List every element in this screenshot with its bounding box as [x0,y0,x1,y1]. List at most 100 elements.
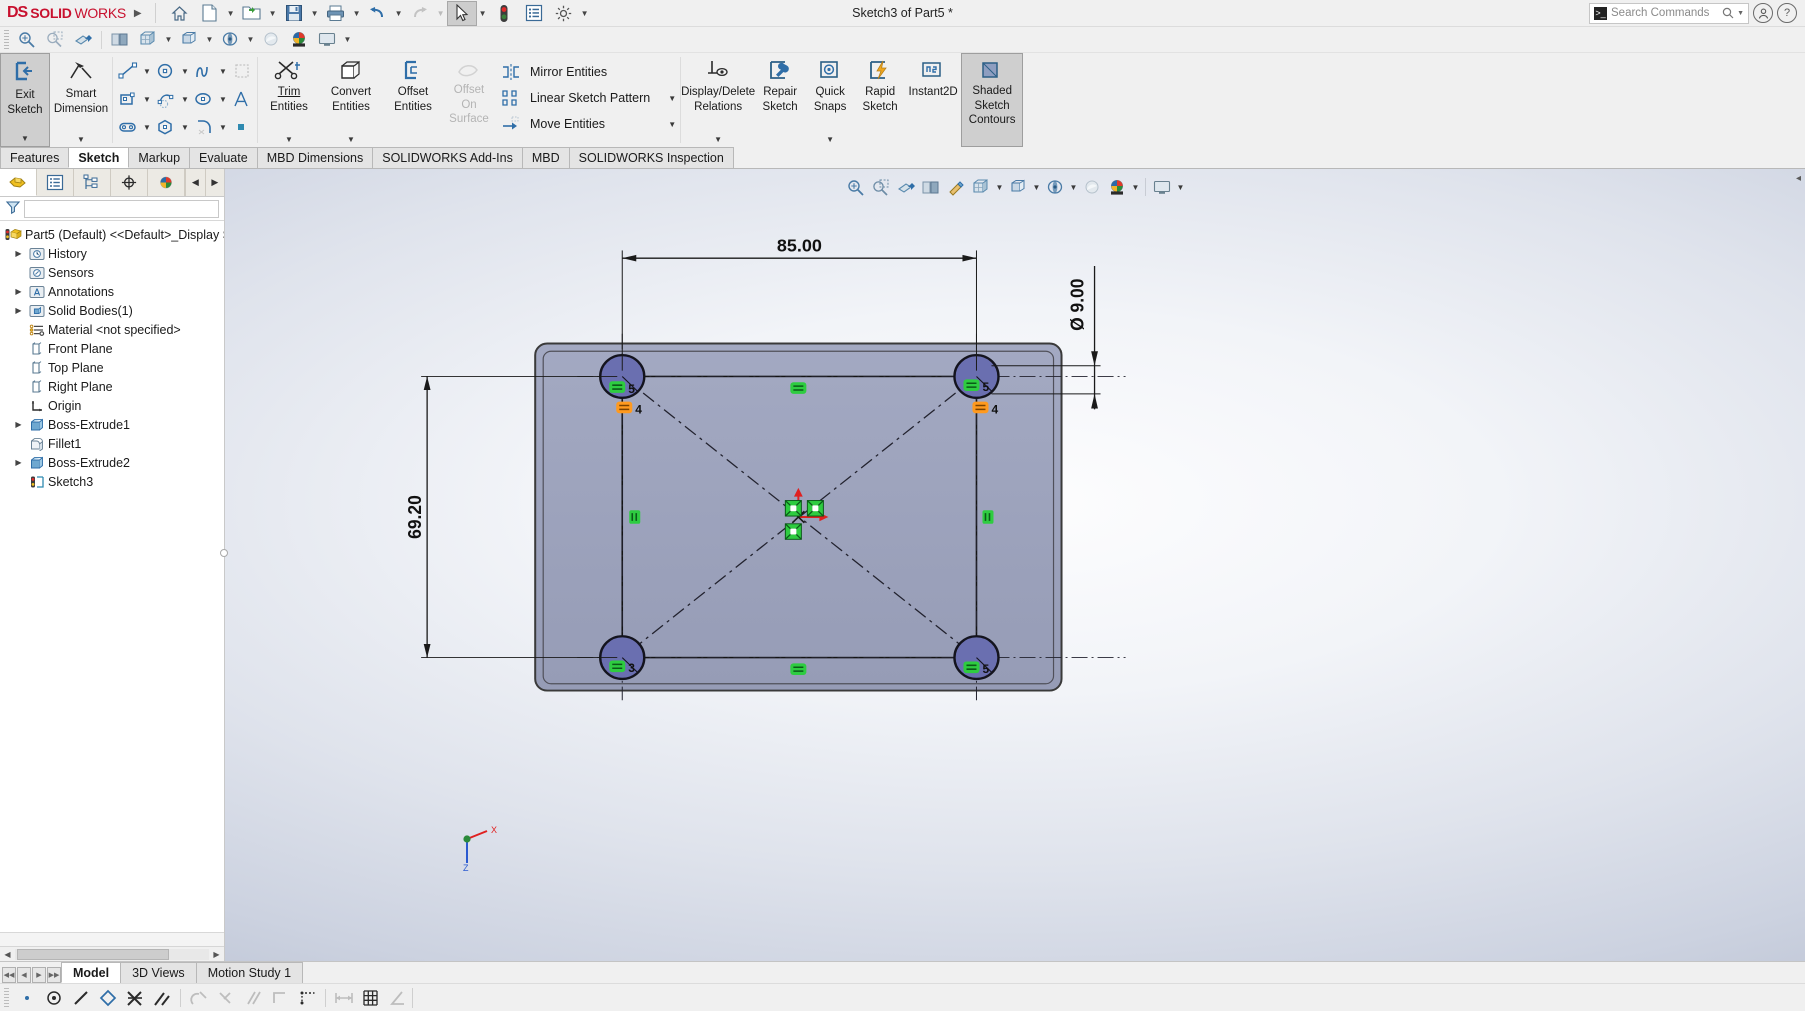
tab-evaluate[interactable]: Evaluate [189,147,258,168]
convert-dropdown[interactable]: ▼ [347,135,355,147]
midpoint-relation-badge[interactable] [784,523,802,540]
quick-snaps-button[interactable]: Quick Snaps ▼ [805,53,855,147]
tree-arrow[interactable]: ▶ [12,249,25,258]
hide-show-items-icon[interactable] [176,28,202,52]
line-tool-dropdown[interactable]: ▼ [141,58,153,84]
status-bar-grip[interactable] [4,987,9,1008]
monitor-icon[interactable] [1150,175,1174,199]
height-dimension-text[interactable]: 69.20 [405,495,425,539]
edit-appearance-icon[interactable] [944,175,968,199]
exit-sketch-dropdown[interactable]: ▼ [21,134,29,146]
tree-horizontal-scrollbar[interactable]: ◀ ▶ [0,946,224,961]
section-view-icon[interactable] [70,28,96,52]
midpoint-relation-badge[interactable] [784,500,802,517]
perpendicular-snap-icon[interactable] [213,986,239,1010]
parallel-relation-badge[interactable] [982,510,994,524]
circle-tool-dropdown[interactable]: ▼ [179,58,191,84]
last-tab-button[interactable]: ▶▶ [47,967,61,983]
new-document-icon[interactable] [195,1,225,26]
section-view-icon[interactable] [894,175,918,199]
undo-dropdown[interactable]: ▼ [393,1,405,26]
redo-icon[interactable] [405,1,435,26]
tab-mbd[interactable]: MBD [521,147,570,168]
mirror-entities-button[interactable]: Mirror Entities [498,59,680,85]
tree-item-sensors[interactable]: Sensors [0,263,224,282]
collapse-panel-arrow-icon[interactable]: ◂ [1796,173,1801,184]
feature-tree-tab[interactable] [0,169,38,196]
zoom-to-area-icon[interactable] [42,28,68,52]
horizontal-vertical-snap-icon[interactable] [267,986,293,1010]
line-snap-icon[interactable] [68,986,94,1010]
rectangle-tool-dropdown[interactable]: ▼ [141,86,153,112]
configuration-manager-tab[interactable] [74,169,112,196]
appearance-palette-icon[interactable] [1105,175,1129,199]
feature-manager-next-button[interactable]: ▶ [204,169,224,196]
edit-appearance-icon[interactable] [217,28,243,52]
linear-pattern-dropdown[interactable]: ▼ [656,94,676,103]
feature-filter-input[interactable] [24,199,219,218]
display-style-dropdown[interactable]: ▼ [994,175,1005,199]
tree-arrow[interactable]: ▶ [12,306,25,315]
linear-sketch-pattern-button[interactable]: Linear Sketch Pattern ▼ [498,85,680,111]
search-input[interactable]: >_ Search Commands ▼ [1589,2,1749,24]
polygon-tool-dropdown[interactable]: ▼ [179,114,191,140]
smart-dimension-dropdown[interactable]: ▼ [77,135,85,147]
repair-sketch-button[interactable]: Repair Sketch [755,53,805,147]
display-style-dropdown[interactable]: ▼ [163,28,174,52]
tree-item-front-plane[interactable]: Front Plane [0,339,224,358]
next-tab-button[interactable]: ▶ [32,967,46,983]
hide-show-items-icon[interactable] [1006,175,1030,199]
tab-markup[interactable]: Markup [128,147,191,168]
save-icon[interactable] [279,1,309,26]
tree-item-annotations[interactable]: ▶ Annotations [0,282,224,301]
tab-motion-study-1[interactable]: Motion Study 1 [195,962,304,983]
zoom-to-fit-icon[interactable] [844,175,868,199]
intersection-snap-icon[interactable] [122,986,148,1010]
monitor-dropdown[interactable]: ▼ [1175,175,1186,199]
property-manager-tab[interactable] [37,169,75,196]
ellipse-tool-icon[interactable] [191,86,217,112]
grid-snap-icon[interactable] [294,986,320,1010]
view-orientation-icon[interactable] [107,28,133,52]
options-gear-icon[interactable] [549,1,579,26]
point-tool-icon[interactable] [229,114,255,140]
rectangle-tool-icon[interactable] [115,86,141,112]
tab-3d-views[interactable]: 3D Views [120,962,197,983]
tree-item-sketch3[interactable]: Sketch3 [0,472,224,491]
tree-item-history[interactable]: ▶ History [0,244,224,263]
apply-scene-icon[interactable] [1080,175,1104,199]
exit-sketch-button[interactable]: Exit Sketch ▼ [0,53,50,147]
parallel-snap-icon[interactable] [240,986,266,1010]
shaded-sketch-contours-button[interactable]: Shaded Sketch Contours [961,53,1024,147]
text-tool-icon[interactable] [229,86,255,112]
quadrant-snap-icon[interactable] [95,986,121,1010]
slot-tool-icon[interactable] [115,114,141,140]
new-document-dropdown[interactable]: ▼ [225,1,237,26]
tab-features[interactable]: Features [0,147,70,168]
quick-snaps-dropdown[interactable]: ▼ [826,135,834,147]
equal-relation-badge[interactable] [790,382,807,394]
account-icon[interactable] [1753,3,1773,23]
home-icon[interactable] [165,1,195,26]
line-tool-icon[interactable] [115,58,141,84]
menu-expand-arrow[interactable]: ▶ [126,8,150,19]
monitor-dropdown[interactable]: ▼ [342,28,353,52]
tree-item-part5[interactable]: Part5 (Default) <<Default>_Display Sta [0,225,224,244]
display-style-icon[interactable] [135,28,161,52]
apply-scene-icon[interactable] [258,28,284,52]
tangent-snap-icon[interactable] [186,986,212,1010]
tab-solidworks-inspection[interactable]: SOLIDWORKS Inspection [568,147,734,168]
tree-item-fillet1[interactable]: Fillet1 [0,434,224,453]
polygon-path-icon[interactable] [153,86,179,112]
view-settings-dropdown[interactable]: ▼ [1068,175,1079,199]
polygon-tool-icon[interactable] [153,114,179,140]
save-dropdown[interactable]: ▼ [309,1,321,26]
dimxpert-manager-tab[interactable] [111,169,149,196]
grid-icon[interactable] [358,986,384,1010]
tree-item-origin[interactable]: Origin [0,396,224,415]
graphics-area[interactable]: ▼ ▼ ▼ ▼ ▼ ◂ 85.00 69.20 Ø 9.00 5 4 5 4 3… [225,169,1805,961]
angle-snap-icon[interactable] [385,986,411,1010]
tree-arrow[interactable]: ▶ [12,287,25,296]
display-delete-relations-button[interactable]: Display/Delete Relations ▼ [681,53,755,147]
slot-tool-dropdown[interactable]: ▼ [141,114,153,140]
